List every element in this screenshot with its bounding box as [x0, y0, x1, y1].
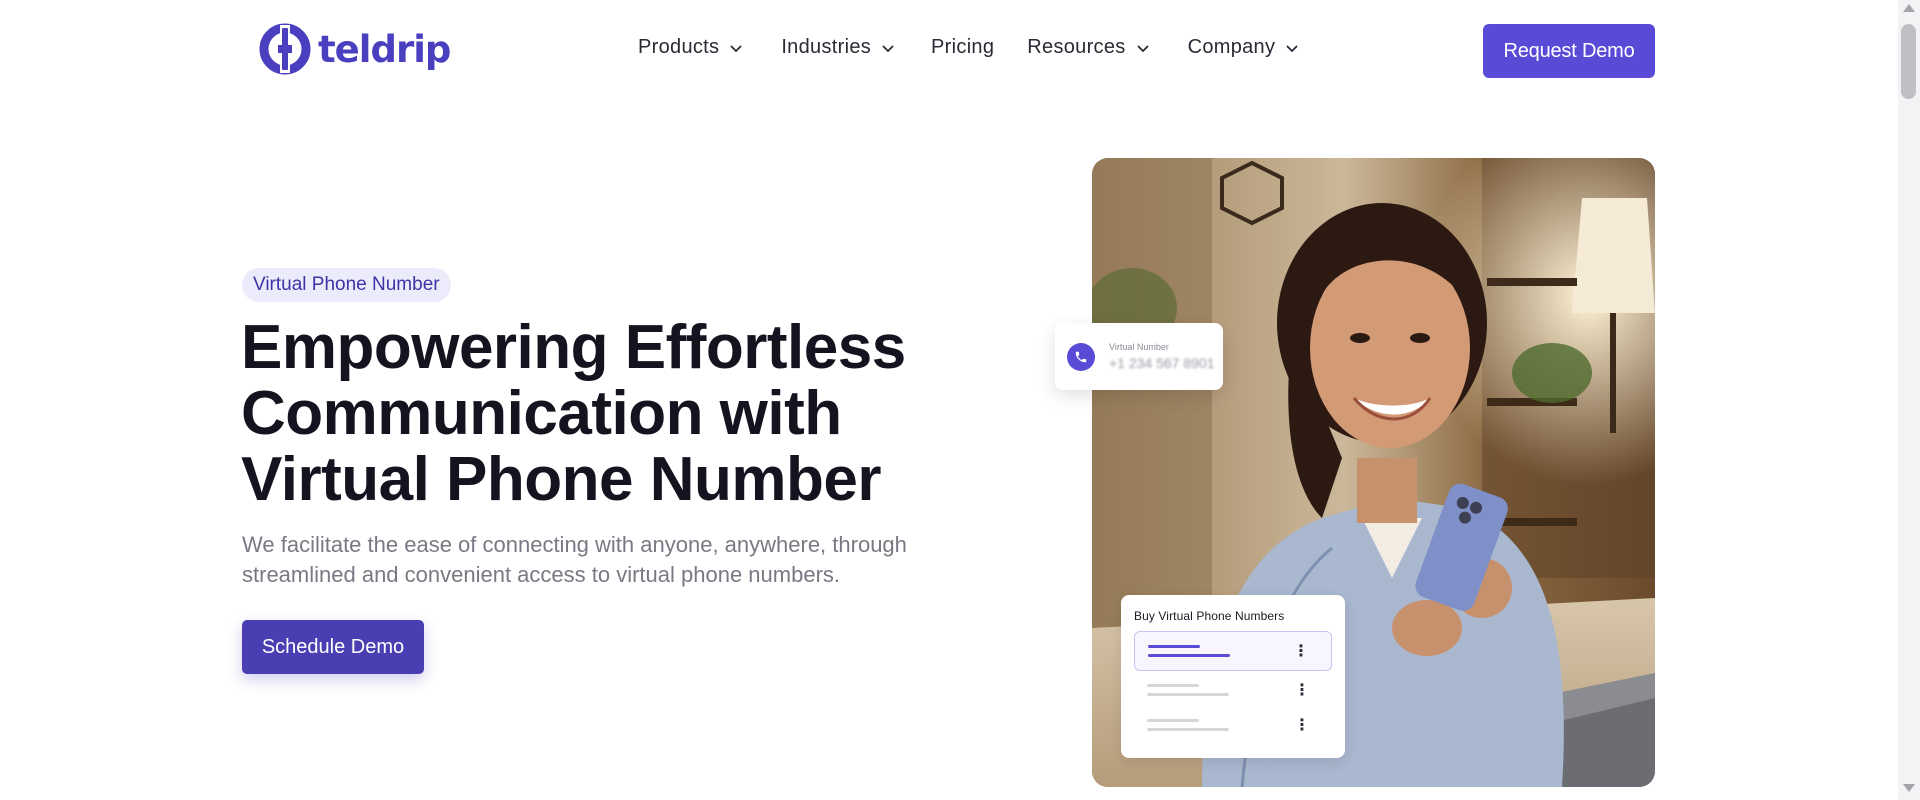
hero-badge: Virtual Phone Number — [242, 268, 451, 302]
nav-company[interactable]: Company — [1188, 36, 1300, 59]
nav-resources-label: Resources — [1027, 36, 1126, 58]
main-nav: Products Industries Pricing Resources Co… — [638, 36, 1299, 59]
more-vertical-icon[interactable]: ⋮ — [1294, 683, 1310, 699]
placeholder-line — [1147, 719, 1199, 722]
virtual-number-label: Virtual Number — [1109, 342, 1169, 352]
chevron-down-icon — [1286, 44, 1298, 52]
chevron-down-icon — [730, 44, 742, 52]
schedule-demo-button[interactable]: Schedule Demo — [242, 620, 424, 674]
buy-numbers-title: Buy Virtual Phone Numbers — [1134, 609, 1285, 623]
logo-text: teldrip — [318, 27, 451, 71]
placeholder-line — [1147, 684, 1199, 687]
more-vertical-icon[interactable]: ⋮ — [1293, 644, 1309, 660]
scroll-down-arrow-icon[interactable] — [1903, 784, 1915, 792]
placeholder-line — [1148, 654, 1230, 657]
hero-subtitle-line: We facilitate the ease of connecting wit… — [242, 532, 907, 557]
logo[interactable]: teldrip — [258, 22, 451, 76]
number-list-item[interactable]: ⋮ — [1134, 706, 1332, 746]
site-header: teldrip Products Industries Pricing Reso… — [0, 0, 1898, 100]
phone-icon — [1067, 342, 1095, 371]
hero-title-line: Empowering Effortless — [241, 313, 906, 382]
teldrip-logo-icon — [259, 23, 311, 75]
number-list-item[interactable]: ⋮ — [1134, 631, 1332, 671]
nav-industries[interactable]: Industries — [781, 36, 895, 59]
placeholder-line — [1147, 728, 1229, 731]
placeholder-line — [1147, 693, 1229, 696]
request-demo-button[interactable]: Request Demo — [1483, 24, 1655, 78]
scroll-thumb[interactable] — [1901, 24, 1916, 99]
nav-company-label: Company — [1187, 36, 1276, 58]
buy-numbers-card: Buy Virtual Phone Numbers ⋮ ⋮ ⋮ — [1121, 595, 1345, 758]
hero-title-line: Communication with — [241, 379, 842, 448]
hero-subtitle: We facilitate the ease of connecting wit… — [242, 530, 922, 590]
nav-industries-label: Industries — [781, 36, 872, 58]
nav-pricing[interactable]: Pricing — [931, 36, 994, 59]
placeholder-line — [1148, 645, 1200, 648]
scroll-up-arrow-icon[interactable] — [1903, 4, 1915, 12]
vertical-scrollbar[interactable] — [1898, 0, 1920, 800]
more-vertical-icon[interactable]: ⋮ — [1294, 718, 1310, 734]
hero-title-line: Virtual Phone Number — [241, 445, 881, 514]
hero-subtitle-line: streamlined and convenient access to vir… — [242, 562, 841, 587]
hero-title: Empowering Effortless Communication with… — [241, 315, 921, 513]
virtual-number-text: Virtual Number +1 234 567 8901 — [1109, 342, 1215, 371]
number-list-item[interactable]: ⋮ — [1134, 671, 1332, 711]
nav-pricing-label: Pricing — [931, 36, 995, 58]
nav-products[interactable]: Products — [638, 36, 743, 59]
nav-products-label: Products — [638, 36, 720, 58]
virtual-number-card: Virtual Number +1 234 567 8901 — [1055, 323, 1223, 390]
chevron-down-icon — [1136, 44, 1149, 52]
nav-resources[interactable]: Resources — [1027, 36, 1149, 59]
virtual-number-value: +1 234 567 8901 — [1109, 355, 1215, 371]
chevron-down-icon — [882, 44, 894, 52]
